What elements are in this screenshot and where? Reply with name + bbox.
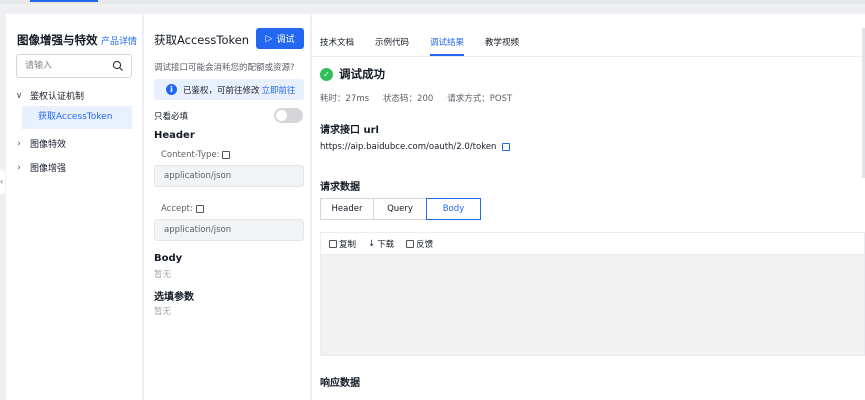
content-type-label: Content-Type: xyxy=(161,150,231,160)
copy-icon[interactable] xyxy=(222,151,231,159)
help-icon[interactable]: ? xyxy=(290,63,295,73)
debug-button[interactable]: ▷ 调试 xyxy=(256,28,304,49)
download-label: 下载 xyxy=(377,239,395,250)
api-title: 获取AccessToken xyxy=(154,33,250,47)
copy-icon xyxy=(329,239,337,248)
tabs-divider xyxy=(312,56,865,57)
request-url: https://aip.baidubce.com/oauth/2.0/token xyxy=(320,142,511,152)
result-panel: 技术文档 示例代码 调试结果 教学视频 ✓ 调试成功 耗时：27ms 状态码：2… xyxy=(312,14,865,400)
content-type-label-text: Content-Type: xyxy=(161,150,220,160)
feedback-icon xyxy=(406,239,415,248)
meta-status-code: 状态码：200 xyxy=(383,94,434,104)
request-data-heading: 请求数据 xyxy=(320,182,360,193)
toggle-knob xyxy=(276,110,287,121)
copy-icon[interactable] xyxy=(502,143,511,151)
debug-params-panel: 获取AccessToken ▷ 调试 调试接口可能会消耗您的配额或资源? i 已… xyxy=(144,14,311,400)
product-details-link[interactable]: 产品详情 xyxy=(101,34,137,47)
meta-elapsed: 耗时：27ms xyxy=(320,94,370,104)
tab-tech-docs[interactable]: 技术文档 xyxy=(320,36,354,56)
header-section-title: Header xyxy=(154,130,195,141)
alert-link[interactable]: 立即前往 xyxy=(262,84,296,96)
top-tab-strip xyxy=(0,0,865,4)
request-url-text: https://aip.baidubce.com/oauth/2.0/token xyxy=(320,142,497,152)
code-toolbar: 复制 ↓ 下载 反馈 xyxy=(320,232,865,254)
segment-header[interactable]: Header xyxy=(320,198,374,220)
segment-query[interactable]: Query xyxy=(373,198,427,220)
tab-debug-result[interactable]: 调试结果 xyxy=(430,36,465,56)
optional-empty-text: 暂无 xyxy=(154,307,172,317)
feedback-button[interactable]: 反馈 xyxy=(406,238,433,250)
request-url-heading: 请求接口 url xyxy=(320,125,379,136)
content-type-field[interactable]: application/json xyxy=(154,165,304,187)
check-circle-icon: ✓ xyxy=(320,67,333,81)
search-icon[interactable] xyxy=(112,60,124,72)
accept-label-text: Accept: xyxy=(161,204,193,214)
accept-label: Accept: xyxy=(161,204,204,214)
response-heading: 响应数据 xyxy=(320,378,360,389)
tree-item-image-effects[interactable]: › 图像特效 xyxy=(14,137,67,151)
quota-note-text: 调试接口可能会消耗您的配额或资源 xyxy=(154,63,291,73)
segment-body[interactable]: Body xyxy=(426,198,481,220)
request-data-segments: Header Query Body xyxy=(320,198,481,220)
collapse-handle[interactable]: ‹ xyxy=(0,170,5,194)
accept-field[interactable]: application/json xyxy=(154,219,304,241)
optional-section-title: 选填参数 xyxy=(154,292,194,303)
auth-alert: i 已鉴权，可前往修改 立即前往 xyxy=(154,79,304,100)
alert-text: 已鉴权，可前往修改 xyxy=(183,85,260,96)
result-tabs: 技术文档 示例代码 调试结果 教学视频 xyxy=(320,36,540,56)
copy-button[interactable]: 复制 xyxy=(329,238,356,250)
search-placeholder: 请输入 xyxy=(25,61,53,71)
success-text: 调试成功 xyxy=(339,67,385,81)
product-title: 图像增强与特效 xyxy=(17,33,98,47)
play-icon: ▷ xyxy=(265,33,273,44)
body-empty-text: 暂无 xyxy=(154,270,172,280)
tree-item-get-access-token[interactable]: 获取AccessToken xyxy=(22,106,132,129)
copy-label: 复制 xyxy=(339,239,357,250)
copy-icon[interactable] xyxy=(195,205,204,213)
feedback-label: 反馈 xyxy=(416,239,434,250)
chevron-right-icon: › xyxy=(17,138,21,149)
tree-item-auth[interactable]: ∨ 鉴权认证机制 xyxy=(14,89,85,103)
chevron-down-icon: ∨ xyxy=(15,90,23,101)
required-only-toggle[interactable] xyxy=(274,108,303,123)
meta-method: 请求方式：POST xyxy=(447,94,513,104)
chevron-right-icon: › xyxy=(17,162,21,173)
tree-item-label: 鉴权认证机制 xyxy=(30,92,85,102)
required-only-label: 只看必填 xyxy=(154,112,189,122)
tree-item-label: 图像特效 xyxy=(30,140,67,150)
tab-tutorial-video[interactable]: 教学视频 xyxy=(485,36,519,56)
top-tab-indicator xyxy=(30,0,98,2)
info-icon: i xyxy=(166,84,177,95)
left-nav-panel: 图像增强与特效 产品详情 请输入 ∨ 鉴权认证机制 获取AccessToken … xyxy=(6,14,143,400)
request-body-code-area[interactable] xyxy=(320,254,865,356)
tree-item-image-enhance[interactable]: › 图像增强 xyxy=(14,161,67,175)
download-button[interactable]: ↓ 下载 xyxy=(368,238,394,250)
body-section-title: Body xyxy=(154,253,183,264)
quota-note: 调试接口可能会消耗您的配额或资源? xyxy=(154,61,295,73)
tree-item-label: 图像增强 xyxy=(30,164,67,174)
search-input[interactable]: 请输入 xyxy=(16,54,132,78)
success-status: ✓ 调试成功 xyxy=(320,66,385,82)
download-icon: ↓ xyxy=(368,238,376,249)
debug-button-label: 调试 xyxy=(276,35,295,45)
tab-sample-code[interactable]: 示例代码 xyxy=(375,36,409,56)
request-meta: 耗时：27ms 状态码：200 请求方式：POST xyxy=(320,92,512,104)
left-header: 图像增强与特效 产品详情 xyxy=(17,32,137,48)
